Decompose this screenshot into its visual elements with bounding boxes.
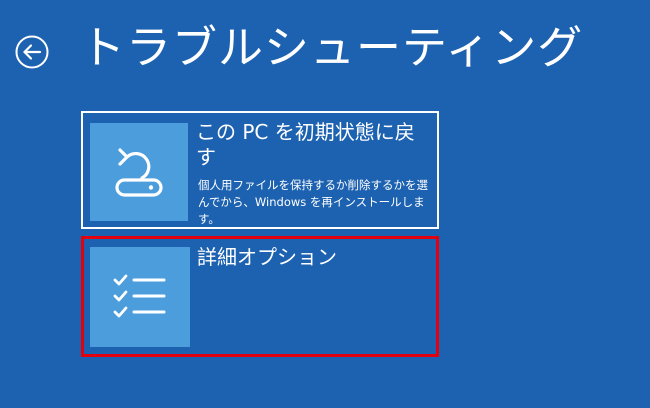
reset-pc-icon	[90, 123, 188, 221]
page-title: トラブルシューティング	[80, 21, 584, 74]
option-description: 個人用ファイルを保持するか削除するかを選んでから、Windows を再インストー…	[198, 178, 428, 226]
advanced-options-option[interactable]: 詳細オプション	[81, 236, 439, 357]
arrow-left-circle-icon	[15, 35, 49, 69]
reset-this-pc-option[interactable]: この PC を初期状態に戻す 個人用ファイルを保持するか削除するかを選んでから、…	[81, 111, 439, 229]
back-button[interactable]	[15, 35, 49, 69]
option-title: 詳細オプション	[197, 245, 337, 269]
option-title: この PC を初期状態に戻す	[196, 120, 415, 169]
checklist-icon	[90, 247, 190, 347]
